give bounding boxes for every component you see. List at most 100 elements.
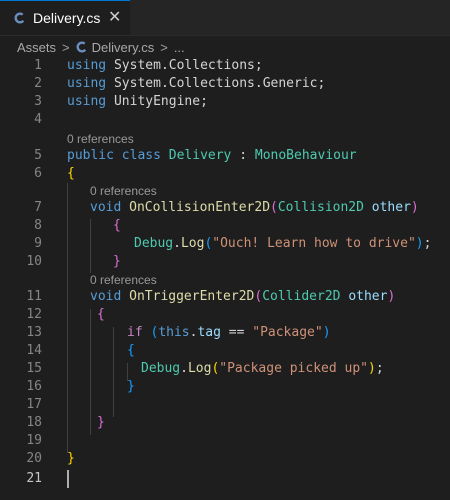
- code-token: Debug: [141, 361, 181, 376]
- line-number: 18: [26, 415, 42, 430]
- code-token: OnCollisionEnter2D: [129, 200, 271, 215]
- code-token: if: [127, 325, 143, 340]
- code-token: }: [67, 451, 75, 466]
- indent-guide: [113, 327, 114, 417]
- code-token: {: [67, 166, 75, 181]
- code-line-14: {: [127, 342, 135, 360]
- tab-label: Delivery.cs: [33, 10, 101, 26]
- csharp-file-icon: [14, 12, 26, 24]
- line-number: 4: [34, 112, 42, 127]
- codelens-references[interactable]: 0 references: [90, 272, 157, 288]
- code-line-15: Debug.Log("Package picked up");: [141, 360, 384, 378]
- line-number: 19: [26, 433, 42, 448]
- code-token: OnTriggerEnter2D: [129, 289, 255, 304]
- code-token: other: [348, 289, 388, 304]
- code-token: ;: [423, 236, 432, 251]
- code-line-16: }: [127, 378, 135, 396]
- code-token: .: [180, 361, 188, 376]
- code-token: ;: [375, 361, 384, 376]
- code-token: MonoBehaviour: [254, 148, 357, 163]
- breadcrumb-file[interactable]: Delivery.cs: [92, 40, 155, 55]
- code-token: {: [97, 307, 105, 322]
- code-token: ;: [254, 58, 263, 73]
- editor-tab-bar: Delivery.cs ✕: [0, 0, 450, 36]
- code-line-7: void OnCollisionEnter2D(Collision2D othe…: [90, 199, 419, 217]
- code-token: Collections: [168, 58, 255, 73]
- code-token: Log: [180, 236, 205, 251]
- code-line-12: {: [97, 306, 105, 324]
- text-cursor: [67, 470, 69, 488]
- indent-guide: [90, 309, 91, 435]
- line-number: 20: [26, 451, 42, 466]
- code-token: Delivery: [168, 148, 232, 163]
- code-line-10: }: [113, 253, 121, 271]
- line-number: 9: [34, 236, 42, 251]
- line-number: 12: [26, 307, 42, 322]
- code-line-11: void OnTriggerEnter2D(Collider2D other): [90, 288, 395, 306]
- codelens-references[interactable]: 0 references: [67, 131, 134, 147]
- breadcrumb-separator: >: [160, 39, 168, 55]
- breadcrumb-assets[interactable]: Assets: [17, 40, 56, 55]
- csharp-file-icon: [76, 41, 88, 53]
- breadcrumb: Assets > Delivery.cs > ...: [0, 36, 450, 58]
- code-token: .: [160, 58, 169, 73]
- code-token: using: [67, 76, 107, 91]
- code-token: Collider2D: [262, 289, 341, 304]
- code-token: "Package": [252, 325, 323, 340]
- line-number: 16: [26, 379, 42, 394]
- code-editor[interactable]: 1 2 3 4 5 6 7 8 9 10 11 12 13 14 15 16 1…: [0, 57, 450, 500]
- code-token: .: [173, 236, 181, 251]
- code-line-2: using System.Collections.Generic;: [67, 75, 325, 93]
- codelens-references[interactable]: 0 references: [90, 183, 157, 199]
- code-line-20: }: [67, 450, 75, 468]
- tab-delivery-cs[interactable]: Delivery.cs ✕: [0, 0, 130, 35]
- code-token: .: [254, 76, 263, 91]
- code-token: Collections: [168, 76, 255, 91]
- indent-guide: [90, 219, 91, 273]
- code-line-1: using System.Collections;: [67, 57, 263, 75]
- code-token: void: [90, 289, 122, 304]
- line-number: 14: [26, 343, 42, 358]
- breadcrumb-more[interactable]: ...: [174, 40, 185, 55]
- breadcrumb-separator: >: [62, 39, 70, 55]
- code-line-9: Debug.Log("Ouch! Learn how to drive");: [134, 235, 431, 253]
- indent-guide: [67, 183, 68, 453]
- line-number: 17: [26, 397, 42, 412]
- code-token: {: [127, 343, 135, 358]
- code-token: this: [158, 325, 190, 340]
- code-token: public: [67, 148, 114, 163]
- code-line-8: {: [113, 217, 121, 235]
- close-tab-icon[interactable]: ✕: [108, 8, 121, 28]
- code-token: }: [97, 415, 105, 430]
- line-number: 13: [26, 325, 42, 340]
- code-token: System: [106, 76, 161, 91]
- code-token: .: [160, 76, 169, 91]
- code-token: ;: [200, 94, 208, 109]
- line-number: 10: [26, 254, 42, 269]
- code-token: ): [415, 236, 424, 251]
- code-token: {: [113, 218, 121, 233]
- line-number-active: 21: [26, 471, 42, 486]
- code-token: ==: [220, 325, 253, 340]
- code-token: using: [67, 94, 107, 109]
- code-line-13: if (this.tag == "Package"): [127, 324, 331, 342]
- line-number: 7: [34, 200, 42, 215]
- code-token: }: [127, 379, 135, 394]
- line-number: 3: [34, 94, 42, 109]
- line-number: 1: [34, 58, 42, 73]
- code-token: class: [121, 148, 161, 163]
- code-token: Log: [187, 361, 212, 376]
- code-token: tag: [197, 325, 221, 340]
- code-line-3: using UnityEngine;: [67, 93, 208, 111]
- line-number: 5: [34, 148, 42, 163]
- code-token: UnityEngine: [106, 94, 201, 109]
- code-token: void: [90, 200, 122, 215]
- code-token: ): [387, 289, 396, 304]
- code-token: ): [322, 325, 331, 340]
- code-token: ;: [317, 76, 326, 91]
